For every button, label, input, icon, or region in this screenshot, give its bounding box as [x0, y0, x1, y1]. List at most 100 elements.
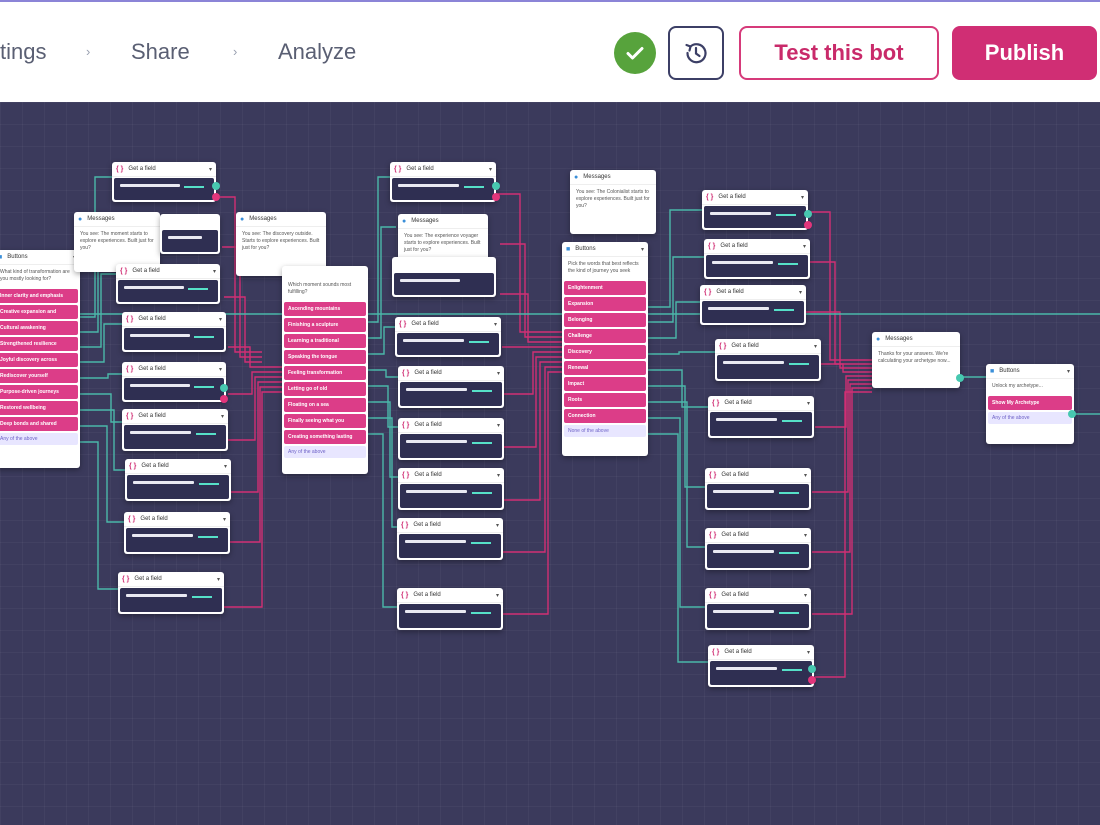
error-port[interactable] — [220, 395, 228, 403]
chevron-down-icon[interactable]: ▾ — [494, 321, 497, 328]
option-button[interactable]: Feeling transformation — [284, 366, 366, 380]
set-field-node[interactable]: { } Get a field ▾ — [705, 468, 811, 510]
option-button[interactable]: Letting go of old — [284, 382, 366, 396]
set-field-node[interactable]: { } Get a field ▾ — [700, 285, 806, 325]
set-field-node[interactable]: { } Get a field ▾ — [704, 239, 810, 279]
history-button[interactable] — [668, 26, 724, 80]
set-field-node[interactable]: { } Get a field ▾ — [708, 396, 814, 438]
error-port[interactable] — [492, 193, 500, 201]
set-field-node[interactable]: { } Get a field ▾ — [398, 468, 504, 510]
set-field-node[interactable]: { } Get a field ▾ — [112, 162, 216, 202]
error-port[interactable] — [808, 676, 816, 684]
set-field-node[interactable]: { } Get a field ▾ — [124, 512, 230, 554]
option-button[interactable]: Inner clarity and emphasis — [0, 289, 78, 303]
option-button[interactable]: Renewal — [564, 361, 646, 375]
nav-tab-settings[interactable]: tings — [0, 2, 46, 102]
chevron-down-icon[interactable]: ▾ — [497, 472, 500, 479]
set-field-node[interactable]: { } Get a field ▾ — [398, 418, 504, 460]
chevron-down-icon[interactable]: ▾ — [804, 592, 807, 599]
chevron-down-icon[interactable]: ▾ — [496, 592, 499, 599]
option-button[interactable]: Connection — [564, 409, 646, 423]
option-button[interactable]: Enlightenment — [564, 281, 646, 295]
chevron-down-icon[interactable]: ▾ — [496, 522, 499, 529]
output-port[interactable] — [212, 182, 220, 190]
option-fallback[interactable]: Any of the above — [284, 446, 366, 458]
option-button[interactable]: Creative expansion and — [0, 305, 78, 319]
chevron-down-icon[interactable]: ▾ — [804, 472, 807, 479]
chevron-down-icon[interactable]: ▾ — [497, 422, 500, 429]
chevron-down-icon[interactable]: ▾ — [799, 289, 802, 296]
set-field-node[interactable]: { } Get a field ▾ — [118, 572, 224, 614]
option-button[interactable]: Speaking the tongue — [284, 350, 366, 364]
set-field-node[interactable]: { } Get a field ▾ — [390, 162, 496, 202]
message-node-1[interactable]: ● Messages You see: The moment starts to … — [74, 212, 160, 272]
option-button[interactable]: Strengthened resilience — [0, 337, 78, 351]
option-button[interactable]: Rediscover yourself — [0, 369, 78, 383]
option-button[interactable]: Deep bonds and shared — [0, 417, 78, 431]
set-field-node[interactable]: { } Get a field ▾ — [398, 366, 504, 408]
set-field-node[interactable]: { } Get a field ▾ — [116, 264, 220, 304]
output-port[interactable] — [492, 182, 500, 190]
set-field-node[interactable] — [392, 257, 496, 297]
option-button[interactable]: Creating something lasting — [284, 430, 366, 444]
option-button[interactable]: Floating on a sea — [284, 398, 366, 412]
set-field-node[interactable]: { } Get a field ▾ — [715, 339, 821, 381]
chevron-down-icon[interactable]: ▾ — [209, 166, 212, 173]
option-button[interactable]: Discovery — [564, 345, 646, 359]
set-field-node[interactable]: { } Get a field ▾ — [122, 409, 228, 451]
option-fallback[interactable]: None of the above — [564, 425, 646, 437]
buttons-node-2[interactable]: Which moment sounds most fulfilling? Asc… — [282, 266, 368, 474]
option-button[interactable]: Challenge — [564, 329, 646, 343]
chevron-down-icon[interactable]: ▾ — [213, 268, 216, 275]
message-node-4[interactable]: ● Messages You see: The Colonialist start… — [570, 170, 656, 234]
set-field-node[interactable]: { } Get a field ▾ — [397, 588, 503, 630]
error-port[interactable] — [804, 221, 812, 229]
chevron-down-icon[interactable]: ▾ — [223, 516, 226, 523]
chevron-down-icon[interactable]: ▾ — [801, 194, 804, 201]
chevron-down-icon[interactable]: ▾ — [807, 400, 810, 407]
nav-tab-analyze[interactable]: Analyze — [278, 2, 356, 102]
output-port[interactable] — [220, 384, 228, 392]
test-bot-button[interactable]: Test this bot — [739, 26, 939, 80]
chevron-down-icon[interactable]: ▾ — [489, 166, 492, 173]
option-button[interactable]: Impact — [564, 377, 646, 391]
chevron-down-icon[interactable]: ▾ — [804, 532, 807, 539]
chevron-down-icon[interactable]: ▾ — [219, 366, 222, 373]
chevron-down-icon[interactable]: ▾ — [1067, 368, 1070, 375]
chevron-down-icon[interactable]: ▾ — [807, 649, 810, 656]
output-port[interactable] — [804, 210, 812, 218]
set-field-node[interactable]: { } Get a field ▾ — [122, 312, 226, 352]
chevron-down-icon[interactable]: ▾ — [221, 413, 224, 420]
option-button[interactable]: Restored wellbeing — [0, 401, 78, 415]
chevron-down-icon[interactable]: ▾ — [497, 370, 500, 377]
chevron-down-icon[interactable]: ▾ — [224, 463, 227, 470]
chevron-down-icon[interactable]: ▾ — [219, 316, 222, 323]
option-button[interactable]: Ascending mountains — [284, 302, 366, 316]
option-button[interactable]: Finally seeing what you — [284, 414, 366, 428]
set-field-node[interactable]: { } Get a field ▾ — [708, 645, 814, 687]
option-button[interactable]: Belonging — [564, 313, 646, 327]
output-port[interactable] — [808, 665, 816, 673]
set-field-node[interactable]: { } Get a field ▾ — [705, 528, 811, 570]
option-button[interactable]: Joyful discovery across — [0, 353, 78, 367]
chevron-down-icon[interactable]: ▾ — [803, 243, 806, 250]
set-field-node[interactable]: { } Get a field ▾ — [702, 190, 808, 230]
buttons-node-3[interactable]: ■ Buttons ▾ Pick the words that best refle… — [562, 242, 648, 456]
option-button[interactable]: Learning a traditional — [284, 334, 366, 348]
publish-button[interactable]: Publish — [952, 26, 1097, 80]
message-node-5[interactable]: ● Messages Thanks for your answers. We're… — [872, 332, 960, 388]
flow-canvas[interactable]: ■ Buttons ▾ What kind of transformation ar… — [0, 102, 1100, 825]
set-field-node[interactable]: { } Get a field ▾ — [125, 459, 231, 501]
set-field-node[interactable] — [160, 214, 220, 254]
output-port[interactable] — [956, 374, 964, 382]
option-fallback[interactable]: Any of the above — [0, 433, 78, 445]
output-port[interactable] — [1068, 410, 1076, 418]
option-button[interactable]: Finishing a sculpture — [284, 318, 366, 332]
set-field-node[interactable]: { } Get a field ▾ — [395, 317, 501, 357]
option-button[interactable]: Purpose-driven journeys — [0, 385, 78, 399]
option-button[interactable]: Cultural awakening — [0, 321, 78, 335]
chevron-down-icon[interactable]: ▾ — [641, 246, 644, 253]
option-button[interactable]: Show My Archetype — [988, 396, 1072, 410]
set-field-node[interactable]: { } Get a field ▾ — [705, 588, 811, 630]
chevron-down-icon[interactable]: ▾ — [814, 343, 817, 350]
